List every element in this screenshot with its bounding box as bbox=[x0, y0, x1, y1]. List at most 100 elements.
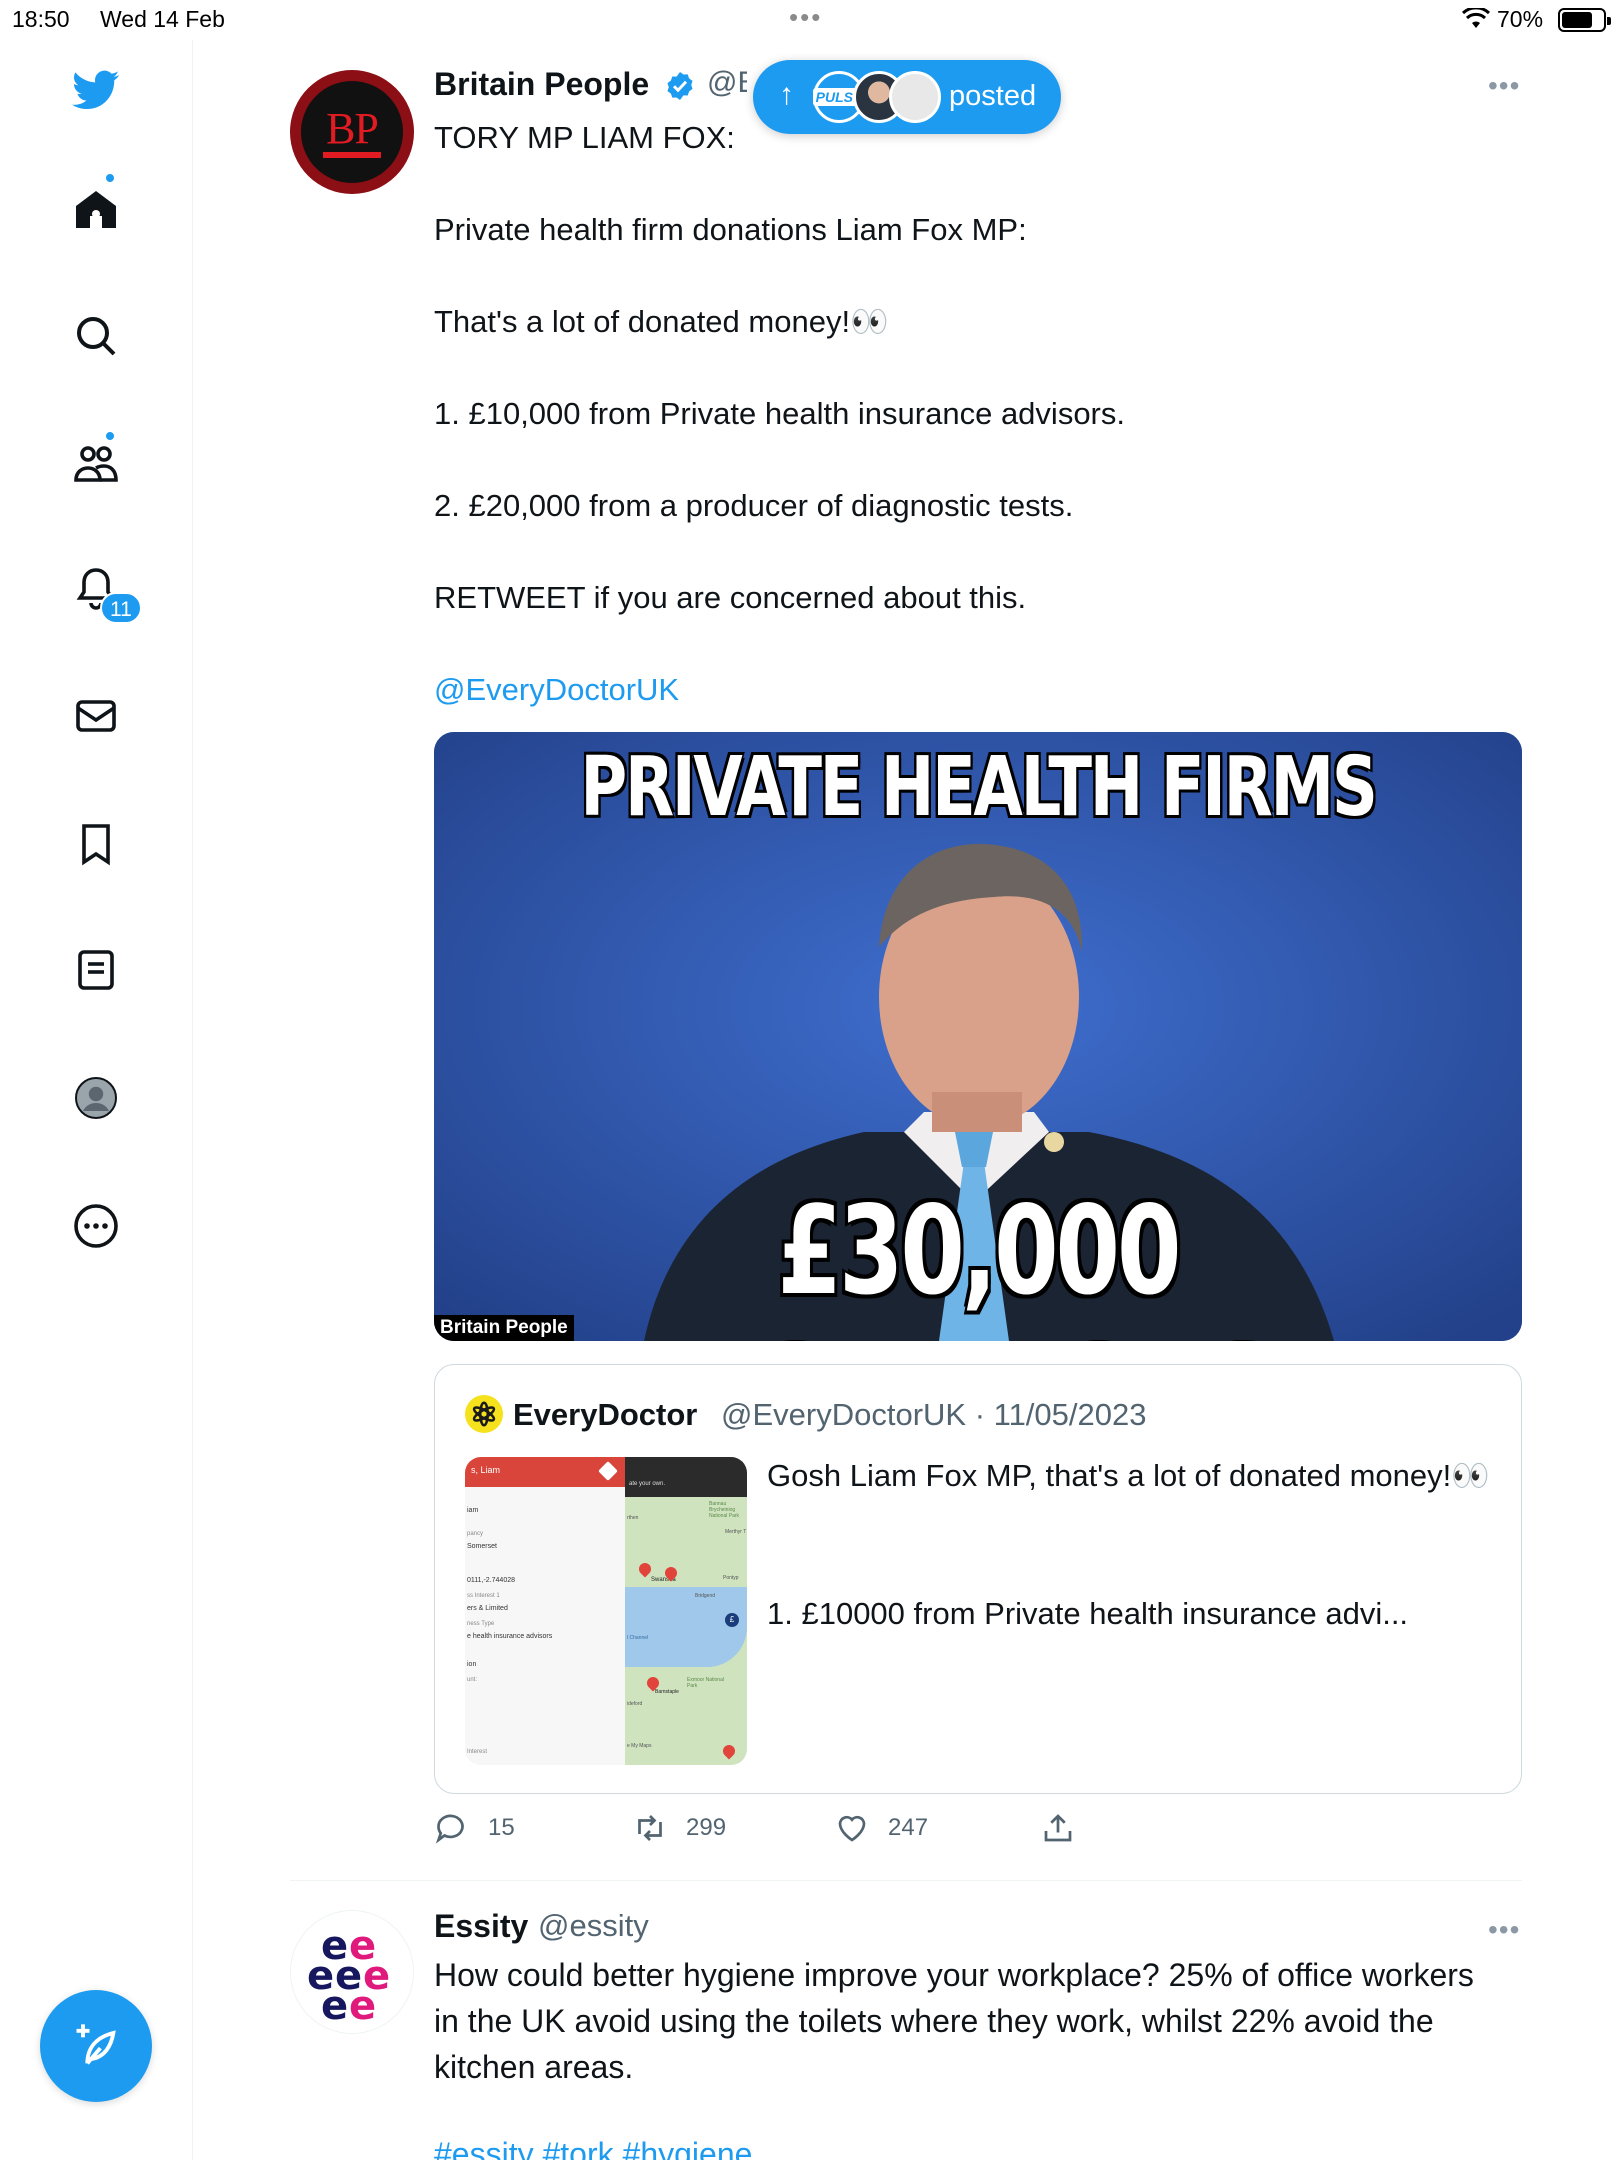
quoted-author-name[interactable]: EveryDoctor bbox=[513, 1397, 697, 1433]
image-credit: Britain People bbox=[434, 1315, 574, 1341]
essity-logo-icon: ee eee ee bbox=[307, 1923, 390, 2029]
thumb-map-label: e My Maps bbox=[627, 1743, 652, 1749]
svg-text:e: e bbox=[321, 1983, 348, 2029]
thumb-header-text: s, Liam bbox=[471, 1465, 501, 1475]
status-bar: 18:50 Wed 14 Feb ••• 70% bbox=[0, 0, 1620, 40]
thumb-map-label: Bannau Brycheiniog National Park bbox=[709, 1501, 740, 1519]
tweet-text-line: That's a lot of donated money!👀 bbox=[434, 304, 889, 339]
map-pin-icon bbox=[636, 1560, 654, 1578]
home-notification-dot bbox=[104, 172, 116, 184]
status-time: 18:50 bbox=[12, 6, 70, 32]
thumb-row: unt: bbox=[467, 1677, 478, 1683]
author-handle[interactable]: @B bbox=[707, 66, 747, 100]
thumb-map: ate your own. Bannau Brycheiniog Nationa… bbox=[625, 1457, 747, 1765]
thumb-map-label: ideford bbox=[627, 1701, 643, 1707]
notifications-badge: 11 bbox=[100, 592, 142, 624]
thumb-map-label: Merthyr T bbox=[725, 1529, 747, 1535]
profile-avatar-icon[interactable] bbox=[60, 1062, 132, 1134]
new-posts-pill[interactable]: ↑ PULSE posted bbox=[753, 60, 1061, 134]
pulse-label: posted bbox=[949, 80, 1037, 112]
image-headline: PRIVATE HEALTH FIRMS bbox=[580, 740, 1378, 835]
lists-icon[interactable] bbox=[60, 934, 132, 1006]
thumb-details-panel: iam pancy Somerset 0111,-2.744028 ss Int… bbox=[465, 1487, 625, 1765]
everydoctor-logo-icon bbox=[472, 1401, 496, 1427]
thumb-map-label: Exmoor National Park bbox=[687, 1677, 724, 1689]
thumb-row: Interest bbox=[467, 1749, 488, 1755]
author-name[interactable]: Britain People bbox=[434, 66, 649, 103]
messages-envelope-icon[interactable] bbox=[60, 680, 132, 752]
compose-feather-icon bbox=[76, 2024, 116, 2065]
tweet-text-line: RETWEET if you are concerned about this. bbox=[434, 580, 1027, 615]
like-button[interactable]: 247 bbox=[834, 1810, 928, 1846]
heart-icon bbox=[838, 1815, 866, 1842]
quoted-tweet[interactable]: EveryDoctor @EveryDoctorUK · 11/05/2023 … bbox=[434, 1364, 1522, 1794]
arrow-up-icon: ↑ bbox=[779, 78, 794, 111]
tweet-divider bbox=[290, 1880, 1522, 1881]
quoted-text: 1. £10000 from Private health insurance … bbox=[767, 1596, 1409, 1631]
essity-avatar[interactable]: ee eee ee bbox=[290, 1910, 414, 2034]
tweet-text-line: 1. £10,000 from Private health insurance… bbox=[434, 396, 1125, 431]
home-icon[interactable] bbox=[60, 174, 132, 246]
thumb-row: iam bbox=[467, 1507, 479, 1514]
bookmark-icon[interactable] bbox=[60, 808, 132, 880]
communities-icon[interactable] bbox=[60, 428, 132, 500]
wifi-icon bbox=[1461, 6, 1491, 36]
author-avatar[interactable]: BP bbox=[290, 70, 414, 194]
tweet-text-line: Private health firm donations Liam Fox M… bbox=[434, 212, 1027, 247]
thumb-map-label: Bridgend bbox=[695, 1593, 716, 1599]
sidebar-nav: 11 bbox=[0, 40, 193, 2160]
pulse-avatar-chart bbox=[889, 71, 941, 123]
directions-icon bbox=[598, 1461, 618, 1481]
tweet-actions: 15 299 247 bbox=[434, 1810, 1522, 1860]
mention-link[interactable]: @EveryDoctorUK bbox=[434, 670, 679, 710]
map-pin-icon bbox=[720, 1742, 738, 1760]
reply-icon bbox=[435, 1814, 464, 1844]
thumb-map-top: ate your own. bbox=[625, 1457, 747, 1497]
thumb-row: e health insurance advisors bbox=[467, 1633, 553, 1640]
quoted-author-handle-date[interactable]: @EveryDoctorUK · 11/05/2023 bbox=[721, 1397, 1146, 1433]
thumb-map-label: ate your own. bbox=[629, 1481, 666, 1487]
share-button[interactable] bbox=[1040, 1810, 1094, 1846]
avatar-logo-text: BP bbox=[323, 106, 381, 158]
author-name[interactable]: Essity bbox=[434, 1908, 528, 1945]
tweet-more-icon[interactable]: ••• bbox=[1488, 70, 1520, 102]
tweet-text: How could better hygiene improve your wo… bbox=[434, 1957, 1474, 2085]
multitasking-dots-icon[interactable]: ••• bbox=[789, 2, 822, 33]
thumb-header-bar: s, Liam bbox=[465, 1457, 625, 1487]
thumb-map-label: rthen bbox=[627, 1515, 639, 1521]
thumb-map-label: l Channel bbox=[627, 1635, 649, 1641]
author-handle[interactable]: @essity bbox=[538, 1908, 649, 1944]
retweet-count: 299 bbox=[686, 1814, 727, 1841]
thumb-row: ers & Limited bbox=[467, 1605, 508, 1612]
thumb-row: Somerset bbox=[467, 1543, 497, 1550]
more-circle-icon[interactable] bbox=[60, 1190, 132, 1262]
thumb-row: ness Type bbox=[467, 1621, 495, 1627]
retweet-icon bbox=[638, 1815, 662, 1841]
battery-icon bbox=[1558, 8, 1611, 32]
like-count: 247 bbox=[888, 1814, 929, 1841]
everydoctor-avatar bbox=[465, 1395, 503, 1433]
thumb-map-label: Pontyp bbox=[723, 1575, 739, 1581]
tweet-text-line: 2. £20,000 from a producer of diagnostic… bbox=[434, 488, 1074, 523]
image-bottom-text: £30,000 DONATIONS bbox=[682, 1180, 1277, 1341]
tweet-more-icon[interactable]: ••• bbox=[1488, 1914, 1520, 1946]
share-icon bbox=[1044, 1814, 1072, 1842]
tweet-image[interactable]: PRIVATE HEALTH FIRMS £30,000 DONATIONS B… bbox=[434, 732, 1522, 1341]
verified-badge-icon bbox=[664, 70, 696, 107]
communities-notification-dot bbox=[104, 430, 116, 442]
retweet-button[interactable]: 299 bbox=[632, 1810, 726, 1846]
svg-text:e: e bbox=[349, 1983, 376, 2029]
status-date: Wed 14 Feb bbox=[100, 6, 225, 32]
quoted-thumbnail[interactable]: s, Liam iam pancy Somerset 0111,-2.74402… bbox=[465, 1457, 747, 1765]
quoted-text: Gosh Liam Fox MP, that's a lot of donate… bbox=[767, 1458, 1490, 1493]
thumb-row: ss Interest 1 bbox=[467, 1593, 500, 1599]
map-currency-icon: £ bbox=[725, 1613, 739, 1627]
hashtags[interactable]: #essity #tork #hygiene bbox=[434, 2136, 752, 2160]
twitter-logo-icon[interactable] bbox=[60, 54, 132, 126]
search-icon[interactable] bbox=[60, 300, 132, 372]
thumb-row: 0111,-2.744028 bbox=[467, 1577, 516, 1584]
reply-button[interactable]: 15 bbox=[434, 1810, 515, 1846]
thumb-row: pancy bbox=[467, 1531, 484, 1537]
thumb-map-label: Barnstaple bbox=[655, 1689, 679, 1695]
compose-tweet-button[interactable] bbox=[40, 1990, 152, 2102]
